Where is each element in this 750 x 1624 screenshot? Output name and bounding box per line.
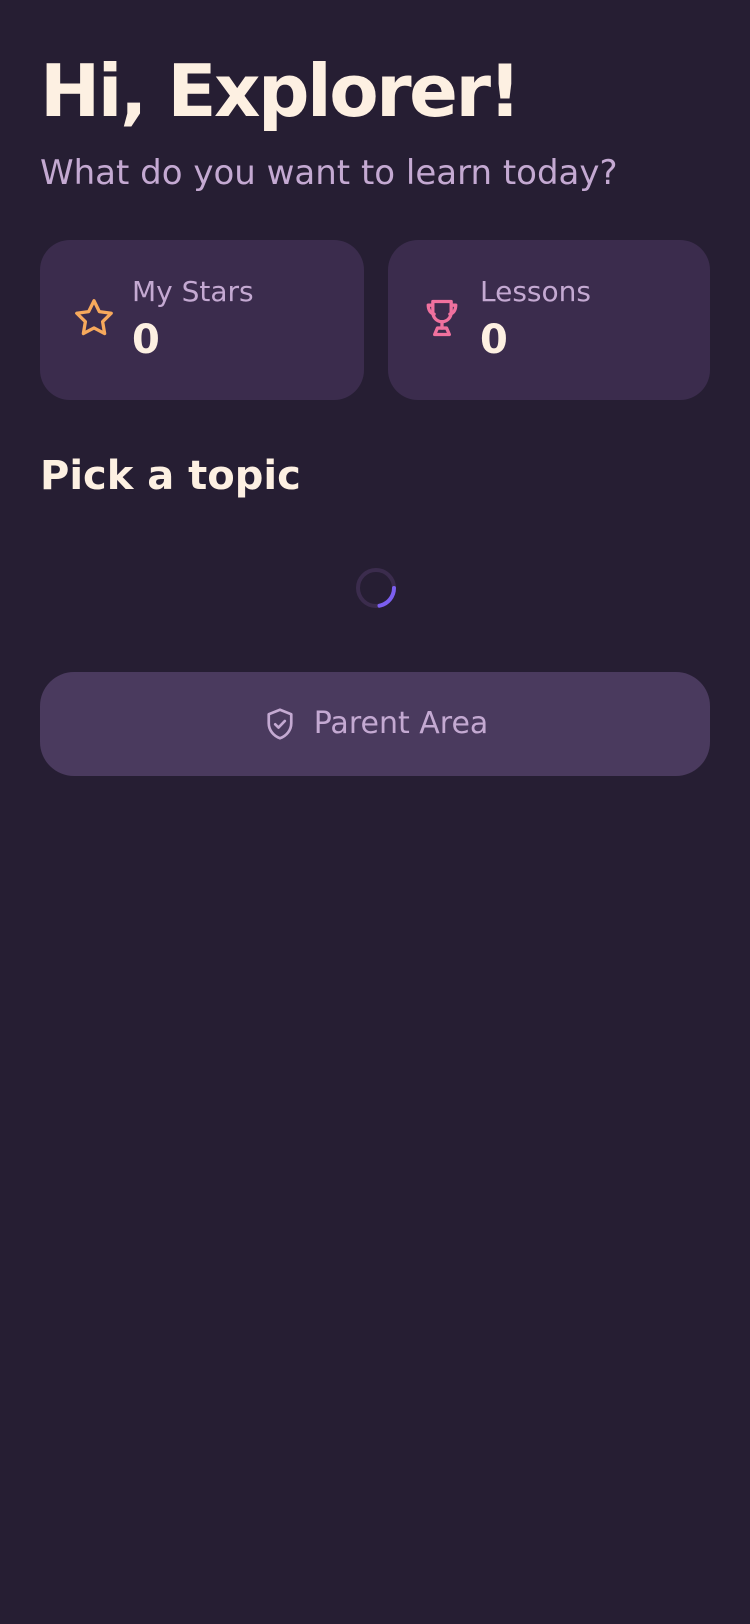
parent-area-label: Parent Area xyxy=(313,706,489,741)
lessons-count: 0 xyxy=(480,317,508,363)
trophy-icon xyxy=(420,296,464,340)
topics-heading: Pick a topic xyxy=(40,453,301,499)
lessons-card: Lessons 0 xyxy=(388,240,710,400)
star-icon xyxy=(72,296,116,340)
stars-label: My Stars xyxy=(132,275,254,308)
greeting-subtitle: What do you want to learn today? xyxy=(40,153,618,193)
lessons-label: Lessons xyxy=(480,275,591,308)
stars-card: My Stars 0 xyxy=(40,240,364,400)
loading-spinner-icon xyxy=(355,567,397,609)
parent-area-button[interactable]: Parent Area xyxy=(40,672,710,776)
greeting-title: Hi, Explorer! xyxy=(40,49,521,133)
shield-check-icon xyxy=(262,706,298,742)
stars-count: 0 xyxy=(132,317,160,363)
